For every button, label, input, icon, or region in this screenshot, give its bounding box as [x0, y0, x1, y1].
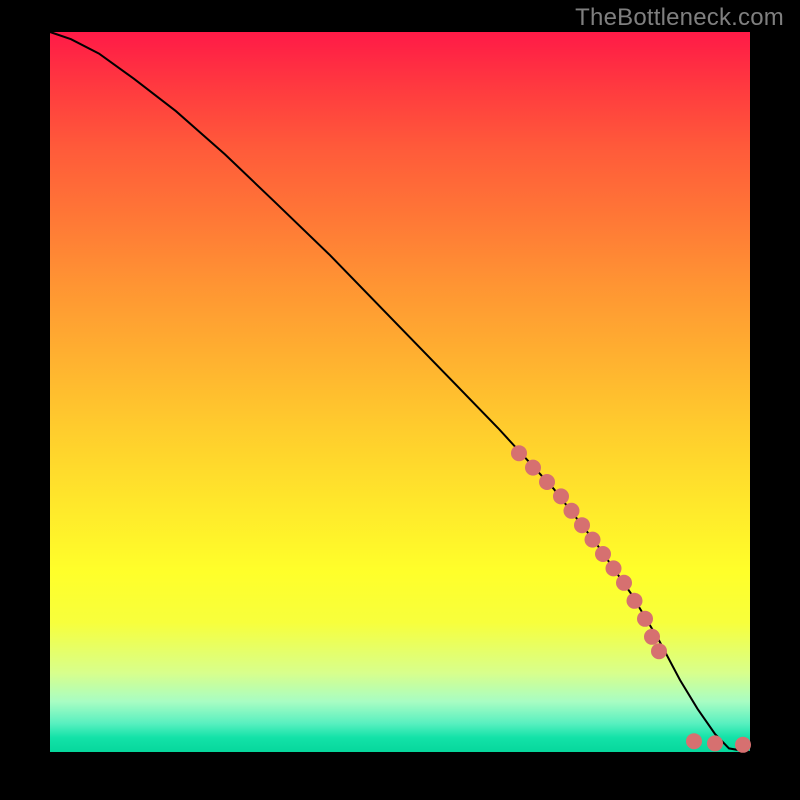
- data-point: [627, 593, 643, 609]
- curve-line: [50, 32, 750, 752]
- data-point: [637, 611, 653, 627]
- data-point: [585, 532, 601, 548]
- data-point: [525, 460, 541, 476]
- data-point: [686, 733, 702, 749]
- chart-overlay: [50, 32, 750, 752]
- data-point: [511, 445, 527, 461]
- data-point: [574, 517, 590, 533]
- data-point: [707, 735, 723, 751]
- data-point: [735, 737, 751, 753]
- data-point: [539, 474, 555, 490]
- markers-group: [511, 445, 751, 753]
- chart-frame: TheBottleneck.com: [0, 0, 800, 800]
- data-point: [595, 546, 611, 562]
- data-point: [651, 643, 667, 659]
- data-point: [553, 488, 569, 504]
- data-point: [564, 503, 580, 519]
- data-point: [616, 575, 632, 591]
- data-point: [606, 560, 622, 576]
- watermark-text: TheBottleneck.com: [575, 4, 784, 32]
- data-point: [644, 629, 660, 645]
